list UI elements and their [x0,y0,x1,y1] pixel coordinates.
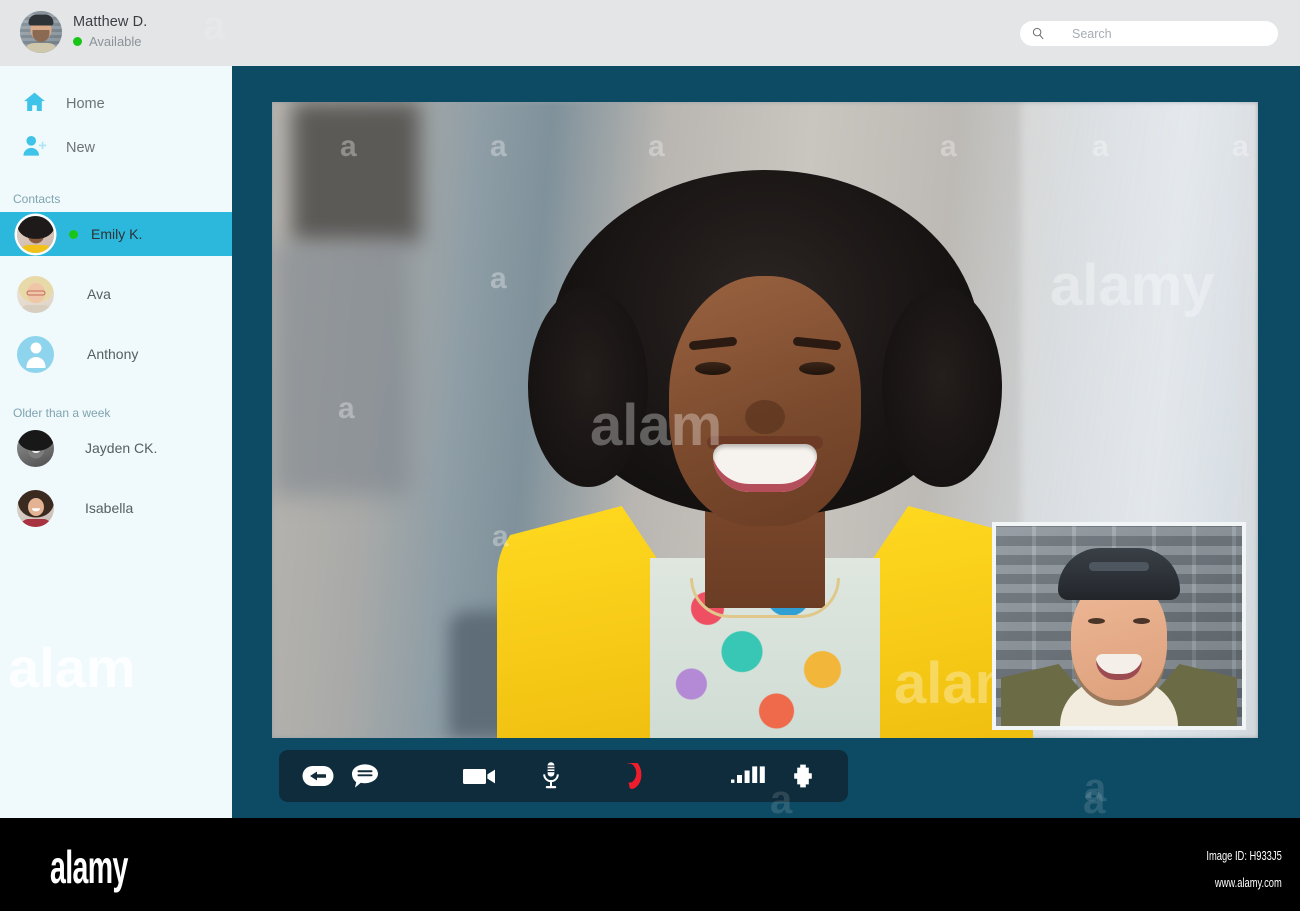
footer-meta: Image ID: H933J5 www.alamy.com [1177,842,1282,897]
home-icon [22,90,47,119]
contact-name: Isabella [85,500,134,516]
mic-button[interactable] [531,750,571,802]
avatar-cap [28,14,54,26]
figure-eye-left [695,362,731,375]
contact-row-jayden[interactable]: Jayden CK. [0,426,232,470]
back-button[interactable] [297,750,339,802]
section-header-contacts: Contacts [13,192,61,206]
search-icon [1026,21,1050,46]
self-view-video[interactable] [992,522,1246,730]
contact-name: Anthony [87,346,139,362]
hangup-phone-icon [627,763,642,789]
signal-button[interactable] [728,750,772,802]
online-dot-icon [69,229,78,239]
page-title: Matthew D. [73,14,148,31]
sidebar: Home New Contacts Emily K. Ava Anthony O… [0,66,232,818]
app-header: Matthew D. Available [0,0,1300,66]
contact-row-anthony[interactable]: Anthony [0,332,232,376]
avatar-placeholder-head [30,342,41,354]
hangup-button[interactable] [606,750,660,802]
chat-button[interactable] [344,750,386,802]
self-view-eye-left [1088,618,1105,624]
self-view-eye-right [1133,618,1150,624]
avatar-placeholder-body [26,356,45,368]
add-button[interactable] [784,750,822,802]
signal-bars-icon [731,766,765,783]
call-stage: a a a a a a a alamy a alam a alamy a [232,66,1300,818]
sidebar-item-label: New [66,140,96,156]
figure-eye-right [799,362,835,375]
avatar-shirt [19,244,52,253]
status-badge: Available [73,33,147,51]
alamy-logo: alamy [50,841,128,893]
back-arrow-icon [302,766,334,786]
sidebar-item-home[interactable]: Home [0,82,232,126]
sidebar-item-label: Home [66,96,105,112]
watermark-letter: a [1084,766,1107,810]
figure-necklace [690,578,840,618]
contact-row-isabella[interactable]: Isabella [0,486,232,530]
status-label: Available [89,34,142,49]
video-call-app: Matthew D. Available a [0,0,1300,911]
avatar [17,429,54,467]
video-button[interactable] [456,750,504,802]
call-controls [279,750,848,802]
self-view-cap-band [1089,562,1149,571]
contact-row-ava[interactable]: Ava [0,272,232,316]
contact-name: Jayden CK. [85,440,158,456]
contact-name: Emily K. [91,226,143,242]
avatar-glasses [26,290,45,296]
search-bar[interactable] [1020,21,1278,46]
current-user-block[interactable]: Matthew D. Available [20,11,147,53]
section-header-older: Older than a week [13,406,111,420]
self-view-cap [1058,548,1180,600]
avatar-shirt [20,304,51,313]
figure-mouth [713,444,817,492]
figure-nose [745,400,785,434]
footer-bar: alamy Image ID: H933J5 www.alamy.com [0,818,1300,911]
website-label: www.alamy.com [1215,875,1282,891]
current-user-text: Matthew D. Available [73,13,147,50]
microphone-icon [543,762,559,789]
video-camera-icon [463,769,495,784]
avatar-body [24,43,58,53]
avatar [17,215,54,253]
sidebar-item-new[interactable]: New [0,126,232,170]
contact-row-emily[interactable]: Emily K. [0,212,232,256]
contact-name: Ava [87,286,111,302]
status-dot-icon [73,37,82,47]
plus-icon [794,764,812,788]
avatar [17,275,54,313]
remote-participant-video[interactable]: a a a a a a a alamy a alam a alamy [272,102,1258,738]
search-input[interactable] [1072,26,1272,41]
add-person-icon [22,134,47,163]
image-id-label: Image ID: H933J5 [1206,848,1282,863]
remote-participant-figure [497,126,1033,738]
watermark-word: alam [8,636,136,699]
avatar [17,335,54,373]
avatar-shirt [20,518,51,527]
avatar[interactable] [20,11,62,53]
avatar-hair [17,429,54,452]
chat-bubble-icon [352,764,378,788]
avatar-hair [17,215,54,239]
avatar [17,489,54,527]
